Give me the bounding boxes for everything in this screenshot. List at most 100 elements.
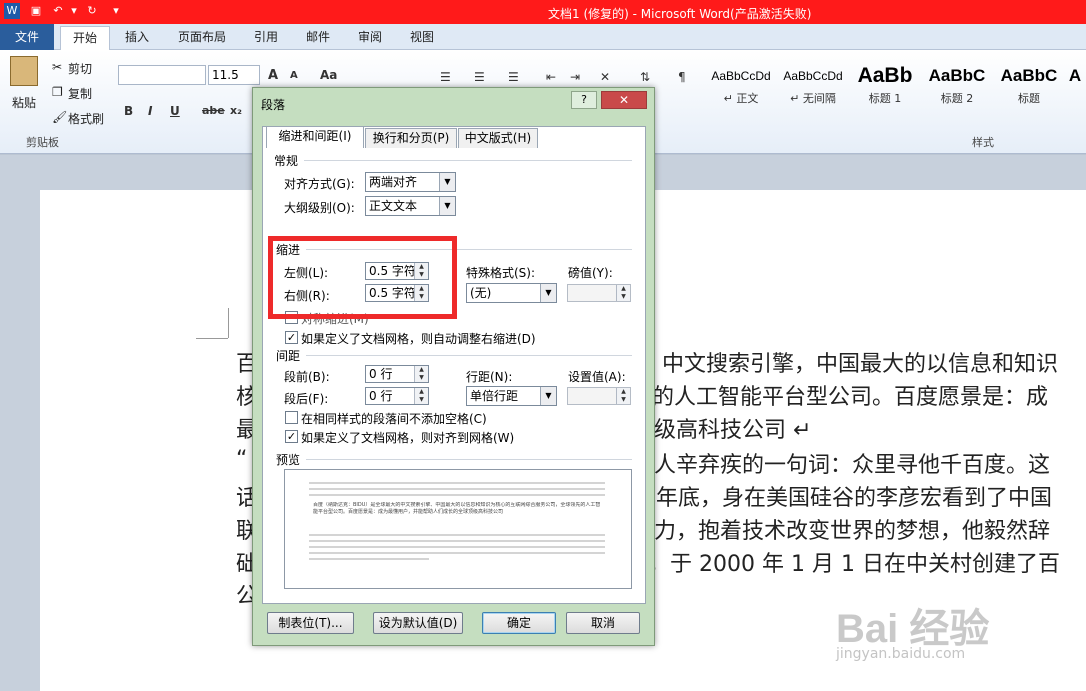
ok-button[interactable]: 确定 [482, 612, 556, 634]
paste-icon[interactable] [10, 56, 38, 86]
no-space-same-style-checkbox[interactable] [285, 411, 298, 424]
word-app-icon[interactable]: W [4, 3, 20, 19]
preview-following-paragraph [309, 540, 605, 542]
doc-line-text: 中文搜索引擎，中国最大的以信息和知识 [662, 352, 1059, 377]
copy-button[interactable]: 复制 [68, 85, 92, 102]
strikethrough-icon[interactable]: abe [202, 104, 225, 117]
doc-line-text: ，于 2000 年 1 月 1 日在中关村创建了百 [648, 552, 1060, 577]
style-no-spacing[interactable]: AaBbCcDd ↵ 无间隔 [778, 62, 848, 116]
tab-references[interactable]: 引用 [252, 26, 280, 50]
preview-previous-paragraph [309, 488, 605, 490]
decrease-indent-icon[interactable]: ⇤ [546, 70, 556, 84]
numbering-icon[interactable]: ☰ [474, 70, 485, 84]
space-after-spinner[interactable]: 0 行 ▲ ▼ [365, 387, 429, 405]
italic-icon[interactable]: I [148, 104, 152, 118]
auto-adjust-indent-checkbox[interactable]: ✓ [285, 331, 298, 344]
spin-arrows-icon[interactable]: ▲ ▼ [414, 388, 428, 404]
special-indent-value: (无) [470, 286, 492, 300]
line-spacing-label: 行距(N): [466, 370, 513, 384]
alignment-combo[interactable]: 两端对齐 ▼ [365, 172, 456, 192]
special-indent-label: 特殊格式(S): [466, 266, 536, 280]
doc-line-text: 力，抱着技术改变世界的梦想，他毅然辞 [654, 519, 1051, 544]
help-icon[interactable]: ? [571, 91, 597, 109]
snap-to-grid-label: 如果定义了文档网格，则对齐到网格(W) [301, 431, 515, 445]
subscript-icon[interactable]: x₂ [230, 104, 242, 117]
spin-arrows-icon[interactable]: ▲ ▼ [414, 366, 428, 382]
cut-button[interactable]: 剪切 [68, 60, 92, 77]
style-name: ↵ 无间隔 [790, 92, 836, 105]
preview-previous-paragraph [309, 494, 605, 496]
paste-button[interactable]: 粘贴 [12, 94, 36, 111]
style-sample: A [1068, 66, 1082, 85]
spin-arrows-icon[interactable]: ▲ ▼ [616, 285, 630, 301]
tab-asian-typography[interactable]: 中文版式(H) [458, 128, 538, 148]
font-size-combo[interactable]: 11.5 [208, 65, 260, 85]
tab-line-page-breaks[interactable]: 换行和分页(P) [365, 128, 457, 148]
indent-by-spinner[interactable]: ▲ ▼ [567, 284, 631, 302]
preview-previous-paragraph [309, 482, 605, 484]
underline-icon[interactable]: U [170, 104, 180, 118]
chevron-down-icon[interactable]: ▼ [540, 387, 556, 405]
section-divider [306, 355, 632, 356]
bullets-icon[interactable]: ☰ [440, 70, 451, 84]
change-case-icon[interactable]: Aa [320, 68, 337, 82]
style-normal[interactable]: AaBbCcDd ↵ 正文 [706, 62, 776, 116]
save-icon[interactable]: ▣ [28, 3, 44, 19]
space-before-spinner[interactable]: 0 行 ▲ ▼ [365, 365, 429, 383]
copy-icon[interactable]: ❐ [52, 85, 63, 99]
customize-qat-icon[interactable]: ▾ [108, 3, 124, 19]
undo-icon[interactable]: ↶ [50, 3, 66, 19]
tabs-button[interactable]: 制表位(T)... [267, 612, 354, 634]
increase-indent-icon[interactable]: ⇥ [570, 70, 580, 84]
tab-view[interactable]: 视图 [408, 26, 436, 50]
tab-home[interactable]: 开始 [60, 26, 110, 50]
special-indent-combo[interactable]: (无) ▼ [466, 283, 557, 303]
format-painter-button[interactable]: 格式刷 [68, 110, 104, 127]
indent-by-label: 磅值(Y): [568, 266, 613, 280]
bold-icon[interactable]: B [124, 104, 133, 118]
title-bar: W ▣ ↶ ▾ ↻ ▾ 文档1 (修复的) - Microsoft Word(产… [0, 0, 1086, 24]
grow-font-icon[interactable]: A [268, 68, 278, 83]
baidu-watermark-url: jingyan.baidu.com [836, 646, 966, 662]
snap-to-grid-checkbox[interactable]: ✓ [285, 430, 298, 443]
space-after-value: 0 行 [369, 389, 393, 403]
spacing-section-title: 间距 [276, 349, 301, 363]
style-heading-1[interactable]: AaBb 标题 1 [850, 62, 920, 116]
chevron-down-icon[interactable]: ▼ [439, 197, 455, 215]
tab-file[interactable]: 文件 [0, 24, 54, 50]
style-sample: AaBbC [1000, 66, 1058, 85]
tab-indents-spacing[interactable]: 缩进和间距(I) [266, 126, 364, 148]
show-marks-icon[interactable]: ¶ [678, 70, 686, 84]
window-title: 文档1 (修复的) - Microsoft Word(产品激活失败) [548, 7, 812, 21]
style-subtitle[interactable]: A [1064, 62, 1086, 116]
doc-line-text: 年底，身在美国硅谷的李彦宏看到了中国 [656, 486, 1053, 511]
preview-section-title: 预览 [276, 453, 301, 467]
tab-review[interactable]: 审阅 [356, 26, 384, 50]
tab-page-layout[interactable]: 页面布局 [176, 26, 228, 50]
chevron-down-icon[interactable]: ▼ [439, 173, 455, 191]
tab-insert[interactable]: 插入 [122, 26, 152, 50]
close-icon[interactable]: ✕ [601, 91, 647, 109]
font-name-combo[interactable] [118, 65, 206, 85]
line-spacing-combo[interactable]: 单倍行距 ▼ [466, 386, 557, 406]
tab-mailings[interactable]: 邮件 [304, 26, 332, 50]
style-title[interactable]: AaBbC 标题 [994, 62, 1064, 116]
asian-layout-icon[interactable]: ✕ [600, 70, 610, 84]
chevron-down-icon[interactable]: ▼ [540, 284, 556, 302]
outline-level-combo[interactable]: 正文文本 ▼ [365, 196, 456, 216]
alignment-label: 对齐方式(G): [284, 177, 355, 191]
doc-line-text: 的人工智能平台型公司。百度愿景是：成 [652, 385, 1049, 410]
style-heading-2[interactable]: AaBbC 标题 2 [922, 62, 992, 116]
cut-icon[interactable]: ✂ [52, 60, 62, 74]
spacing-at-spinner[interactable]: ▲ ▼ [567, 387, 631, 405]
shrink-font-icon[interactable]: A [290, 70, 298, 81]
format-painter-icon[interactable]: 🖌 [52, 110, 67, 124]
clipboard-group-label: 剪贴板 [26, 136, 59, 149]
undo-dropdown-icon[interactable]: ▾ [66, 3, 82, 19]
spin-arrows-icon[interactable]: ▲ ▼ [616, 388, 630, 404]
multilevel-list-icon[interactable]: ☰ [508, 70, 519, 84]
set-as-default-button[interactable]: 设为默认值(D) [373, 612, 463, 634]
sort-icon[interactable]: ⇅ [640, 70, 650, 84]
cancel-button[interactable]: 取消 [566, 612, 640, 634]
redo-icon[interactable]: ↻ [84, 3, 100, 19]
